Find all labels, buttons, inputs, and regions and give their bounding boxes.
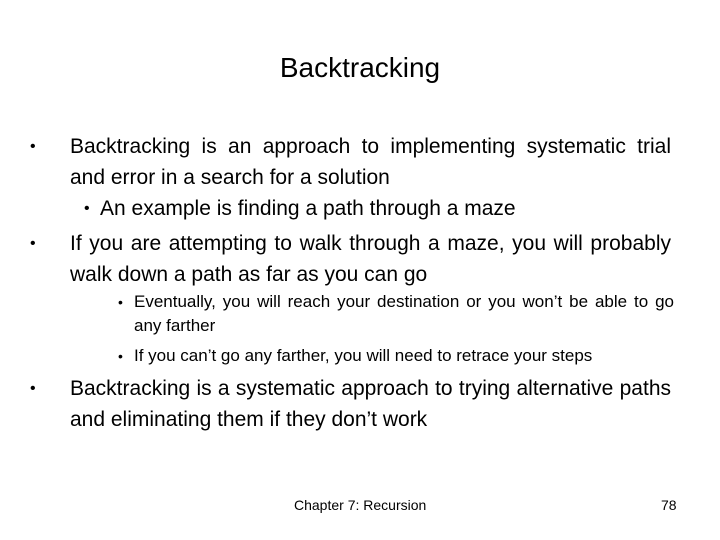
bullet-text: Backtracking is an approach to implement…	[70, 135, 671, 189]
footer-chapter: Chapter 7: Recursion	[294, 497, 427, 513]
bullet-icon: •	[118, 294, 123, 310]
bullet-icon: •	[30, 138, 36, 155]
bullet-icon: •	[30, 380, 36, 397]
bullet-text: An example is finding a path through a m…	[100, 197, 516, 220]
bullet-text: Backtracking is a systematic approach to…	[70, 377, 671, 431]
sub-sub-bullet-item: • If you can’t go any farther, you will …	[118, 344, 674, 368]
slide: Backtracking • Backtracking is an approa…	[0, 0, 720, 540]
page-number: 78	[661, 497, 677, 513]
bullet-text: If you are attempting to walk through a …	[70, 232, 671, 286]
bullet-item: • Backtracking is a systematic approach …	[30, 373, 671, 435]
bullet-icon: •	[30, 235, 36, 252]
bullet-icon: •	[84, 200, 90, 217]
bullet-text: Eventually, you will reach your destinat…	[134, 292, 674, 335]
bullet-item: • Backtracking is an approach to impleme…	[30, 131, 671, 193]
bullet-icon: •	[118, 348, 123, 364]
bullet-item: • If you are attempting to walk through …	[30, 228, 671, 290]
slide-title: Backtracking	[279, 52, 441, 83]
sub-bullet-item: • An example is finding a path through a…	[84, 193, 671, 224]
sub-sub-bullet-item: • Eventually, you will reach your destin…	[118, 290, 674, 338]
bullet-text: If you can’t go any farther, you will ne…	[134, 346, 593, 365]
